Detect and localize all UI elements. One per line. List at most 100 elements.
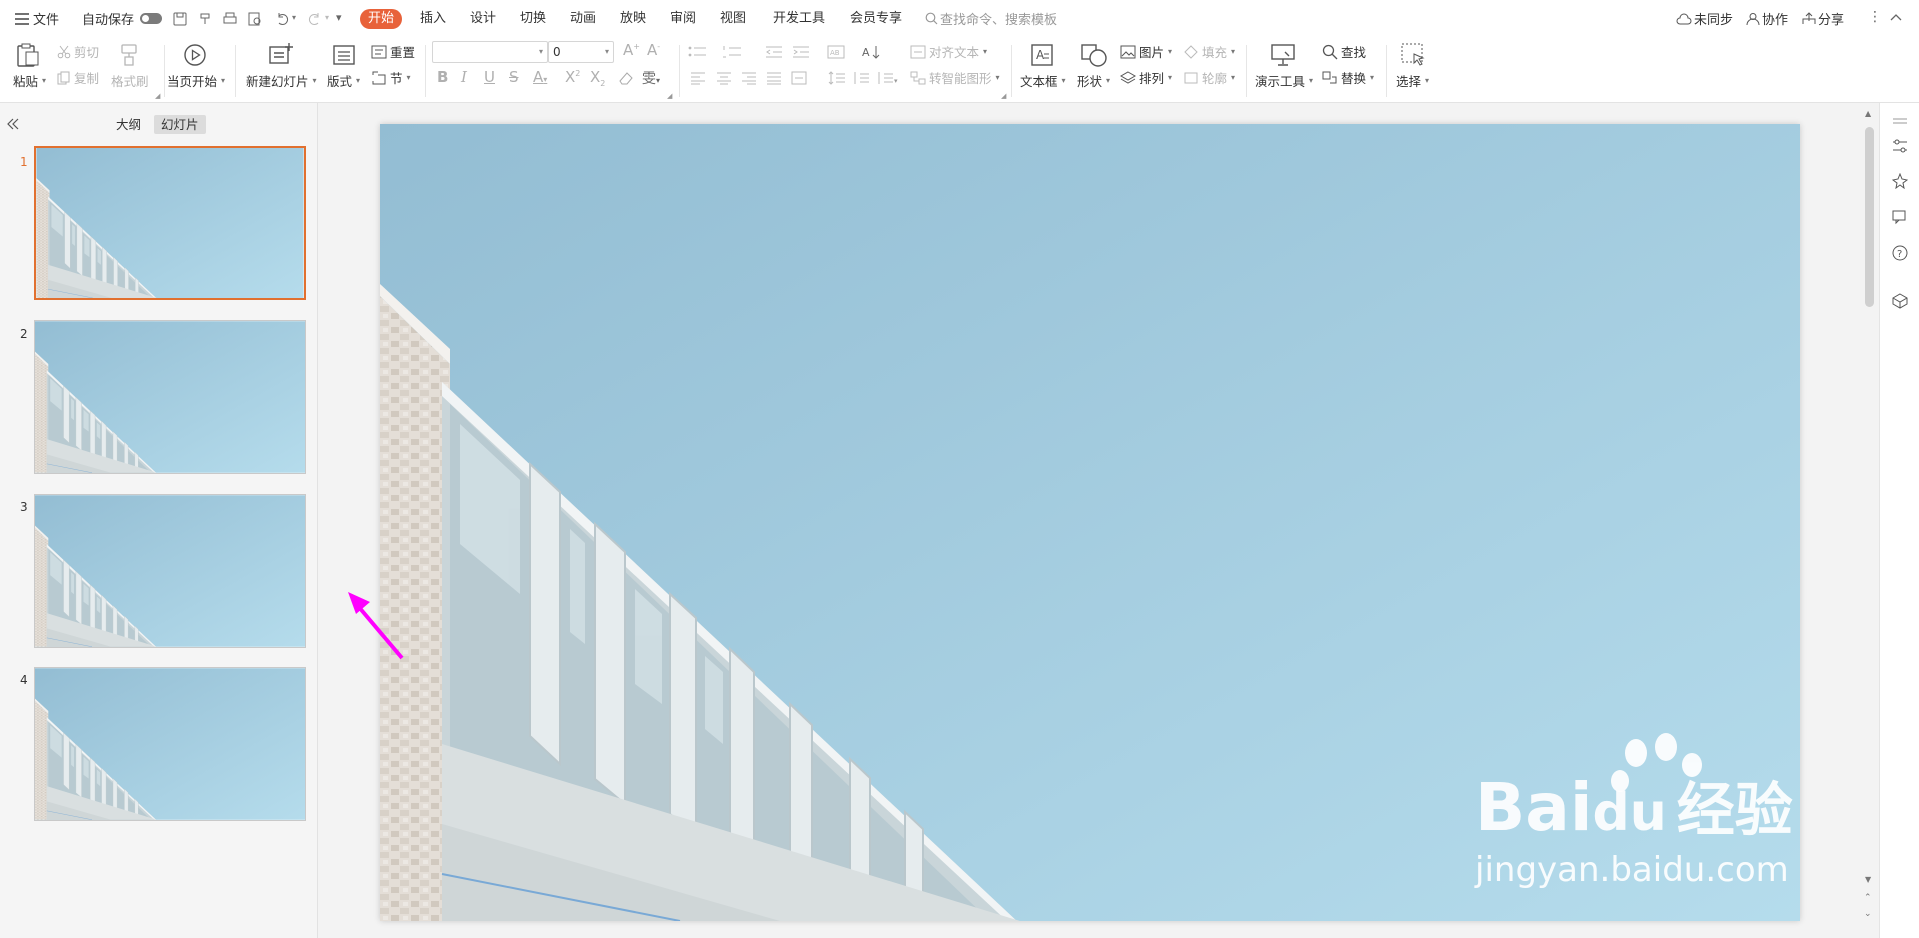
tab-transition[interactable]: 切换 (520, 9, 546, 29)
bold-icon[interactable]: B (437, 68, 448, 86)
tab-animation[interactable]: 动画 (570, 9, 596, 29)
tab-developer[interactable]: 开发工具 (773, 9, 825, 29)
slide-thumbnail-1[interactable] (34, 146, 306, 300)
undo-icon[interactable] (274, 11, 290, 27)
scroll-up-icon[interactable]: ▲ (1865, 109, 1871, 118)
replace-button[interactable]: 替换 ▾ (1322, 68, 1374, 87)
format-painter-icon[interactable] (118, 43, 140, 70)
tab-design[interactable]: 设计 (470, 9, 496, 29)
spacing-before-icon[interactable] (852, 71, 870, 85)
next-slide-icon[interactable]: ⌄ (1864, 909, 1872, 919)
file-menu[interactable]: 文件 (15, 0, 59, 37)
numbered-list-icon[interactable] (722, 45, 744, 59)
superscript-icon[interactable]: X2 (565, 68, 580, 86)
collapse-panel-icon[interactable] (7, 118, 19, 130)
format-painter-button[interactable]: 格式刷 (111, 71, 149, 90)
slide-thumbnail-4[interactable] (34, 667, 306, 821)
play-from-current-button[interactable]: 当页开始 ▾ (167, 71, 225, 90)
tab-outline[interactable]: 大纲 (109, 115, 148, 134)
increase-indent-icon[interactable] (792, 45, 810, 59)
align-center-icon[interactable] (716, 71, 732, 85)
distributed-icon[interactable] (791, 71, 807, 85)
smartart-button[interactable]: 转智能图形 ▾ (910, 68, 1000, 87)
slide-thumbnail-2[interactable] (34, 320, 306, 474)
align-left-icon[interactable] (690, 71, 706, 85)
reset-button[interactable]: 重置 (371, 42, 415, 61)
justify-icon[interactable] (766, 71, 782, 85)
textbox-button[interactable]: 文本框 ▾ (1020, 71, 1066, 90)
bullet-list-icon[interactable] (688, 45, 708, 59)
animation-star-icon[interactable] (1892, 173, 1908, 189)
tab-slideshow[interactable]: 放映 (620, 9, 646, 29)
paste-icon[interactable] (14, 43, 42, 67)
format-paint-icon[interactable] (198, 11, 214, 27)
spacing-after-icon[interactable]: ▾ (876, 71, 898, 85)
vertical-scrollbar[interactable]: ▲ ▼ ⌃ ⌄ (1859, 103, 1879, 938)
previous-slide-icon[interactable]: ⌃ (1864, 893, 1872, 903)
fill-button[interactable]: 填充 ▾ (1183, 42, 1235, 61)
customize-quick-access-icon[interactable]: ▾ (336, 11, 342, 24)
increase-font-icon[interactable]: A+ (623, 41, 640, 59)
sync-button[interactable]: 未同步 (1676, 0, 1733, 37)
picture-button[interactable]: 图片 ▾ (1120, 42, 1172, 61)
command-search[interactable]: 查找命令、搜索模板 (925, 0, 1057, 37)
strikethrough-icon[interactable]: S (509, 68, 519, 86)
save-icon[interactable] (172, 11, 188, 27)
font-name-combo[interactable]: ▾ (432, 41, 548, 63)
decrease-indent-icon[interactable] (765, 45, 783, 59)
decrease-font-icon[interactable]: A- (647, 41, 660, 59)
font-color-icon[interactable]: A▾ (533, 68, 547, 86)
comments-icon[interactable] (1892, 209, 1908, 225)
undo-dropdown-icon[interactable]: ▾ (292, 13, 296, 22)
layout-icon[interactable] (332, 44, 356, 69)
font-expand-icon[interactable]: ◢ (667, 92, 672, 100)
current-slide[interactable] (380, 124, 1800, 921)
font-size-combo[interactable]: 0 ▾ (548, 41, 614, 63)
collapse-ribbon-icon[interactable] (1890, 13, 1902, 21)
tab-slides[interactable]: 幻灯片 (154, 115, 206, 134)
find-button[interactable]: 查找 (1322, 42, 1366, 61)
more-options-icon[interactable]: ⋮ (1868, 9, 1882, 25)
shape-icon[interactable] (1080, 43, 1108, 70)
cut-button[interactable]: 剪切 (57, 42, 99, 61)
redo-icon[interactable] (307, 11, 323, 27)
scroll-down-icon[interactable]: ▼ (1865, 875, 1871, 884)
autosave-toggle[interactable]: 自动保存 (82, 0, 163, 37)
clear-format-icon[interactable] (618, 71, 634, 85)
redo-dropdown-icon[interactable]: ▾ (325, 13, 329, 22)
share-button[interactable]: 分享 (1802, 0, 1844, 37)
scrollbar-thumb[interactable] (1865, 127, 1874, 307)
tab-member[interactable]: 会员专享 (850, 9, 902, 29)
print-icon[interactable] (222, 11, 238, 27)
text-direction-icon[interactable]: AB (827, 45, 851, 59)
new-slide-button[interactable]: 新建幻灯片 ▾ (246, 71, 317, 90)
select-icon[interactable] (1400, 42, 1426, 71)
char-spacing-icon[interactable]: 雯▾ (642, 68, 660, 88)
paragraph-expand-icon[interactable]: ◢ (1001, 92, 1006, 100)
present-tools-button[interactable]: 演示工具 ▾ (1255, 71, 1313, 90)
select-button[interactable]: 选择 ▾ (1396, 71, 1429, 90)
copy-button[interactable]: 复制 (57, 68, 99, 87)
textbox-icon[interactable]: A (1030, 43, 1054, 70)
collaborate-button[interactable]: 协作 (1746, 0, 1788, 37)
tab-insert[interactable]: 插入 (420, 9, 446, 29)
sidebar-menu-icon[interactable] (1892, 115, 1908, 131)
shape-button[interactable]: 形状 ▾ (1077, 71, 1110, 90)
align-text-button[interactable]: 对齐文本 ▾ (910, 42, 987, 61)
slide-thumbnail-3[interactable] (34, 494, 306, 648)
properties-icon[interactable] (1892, 138, 1908, 154)
subscript-icon[interactable]: X2 (590, 68, 605, 88)
new-slide-icon[interactable] (268, 42, 294, 69)
paste-button[interactable]: 粘贴 ▾ (13, 71, 46, 90)
arrange-button[interactable]: 排列 ▾ (1120, 68, 1172, 87)
layout-button[interactable]: 版式 ▾ (327, 71, 360, 90)
print-preview-icon[interactable] (247, 11, 263, 27)
line-spacing-icon[interactable]: A (862, 44, 884, 60)
section-button[interactable]: 节 ▾ (371, 68, 411, 87)
underline-icon[interactable]: U (484, 68, 495, 86)
paragraph-spacing-icon[interactable] (828, 71, 846, 85)
present-tools-icon[interactable] (1270, 43, 1296, 70)
cube-icon[interactable] (1892, 293, 1908, 309)
help-icon[interactable]: ? (1892, 245, 1908, 261)
align-right-icon[interactable] (741, 71, 757, 85)
